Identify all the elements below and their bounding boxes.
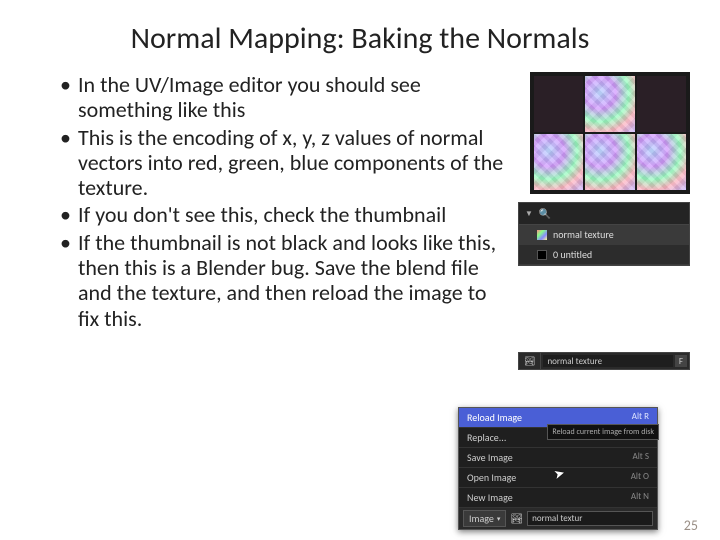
page-number: 25	[684, 517, 698, 534]
panel-header[interactable]: ▼ 🔍	[519, 203, 689, 225]
image-datablock-field[interactable]: 🏞 normal texture F	[518, 352, 690, 370]
menu-item-open-image[interactable]: Open Image Alt O	[459, 468, 657, 488]
thumbnail-icon	[537, 230, 547, 240]
menu-item-shortcut: Alt O	[631, 471, 649, 484]
menu-footer: Image ▾ 🏞 normal textur	[459, 508, 657, 529]
menu-item-shortcut: Alt R	[632, 411, 649, 424]
menu-item-shortcut: Alt S	[633, 451, 649, 464]
page-title: Normal Mapping: Baking the Normals	[0, 0, 720, 67]
uv-item-label: 0 untitled	[553, 248, 592, 261]
dropdown-label: Image	[469, 512, 494, 525]
content-row: In the UV/Image editor you should see so…	[0, 67, 720, 370]
chevron-down-icon: ▾	[497, 514, 501, 523]
menu-item-label: Save Image	[467, 451, 513, 464]
bullet-item: This is the encoding of x, y, z values o…	[60, 125, 506, 201]
uv-list-panel: ▼ 🔍 normal texture 0 untitled	[518, 202, 690, 266]
bullet-item: If you don't see this, check the thumbna…	[60, 202, 506, 227]
image-icon[interactable]: 🏞	[510, 512, 523, 525]
menu-item-label: Open Image	[467, 471, 516, 484]
menu-item-label: Replace...	[467, 431, 506, 444]
normal-map-preview	[530, 72, 690, 194]
uv-item-label: normal texture	[553, 228, 614, 241]
image-name-field[interactable]: normal texture	[543, 355, 672, 367]
menu-item-new-image[interactable]: New Image Alt N	[459, 488, 657, 508]
uv-list-item[interactable]: normal texture	[519, 225, 689, 245]
image-name-field[interactable]: normal textur	[527, 511, 653, 526]
menu-item-label: Reload Image	[467, 411, 522, 424]
bullet-item: If the thumbnail is not black and looks …	[60, 230, 506, 331]
fake-user-button[interactable]: F	[675, 355, 687, 367]
menu-item-label: New Image	[467, 491, 513, 504]
uv-list-item[interactable]: 0 untitled	[519, 245, 689, 265]
bullet-list: In the UV/Image editor you should see so…	[60, 72, 518, 370]
tooltip: Reload current image from disk	[547, 424, 659, 440]
image-column: ▼ 🔍 normal texture 0 untitled 🏞 normal t…	[518, 72, 690, 370]
image-menu-dropdown[interactable]: Image ▾	[463, 510, 506, 527]
image-browse-icon[interactable]: 🏞	[519, 353, 541, 369]
chevron-down-icon: ▼	[525, 209, 533, 219]
image-context-menu: Reload Image Alt R Reload current image …	[458, 407, 658, 530]
menu-item-save-image[interactable]: Save Image Alt S	[459, 448, 657, 468]
search-icon: 🔍	[539, 207, 551, 220]
menu-item-shortcut: Alt N	[631, 491, 649, 504]
thumbnail-icon	[537, 250, 547, 260]
bullet-item: In the UV/Image editor you should see so…	[60, 72, 506, 123]
